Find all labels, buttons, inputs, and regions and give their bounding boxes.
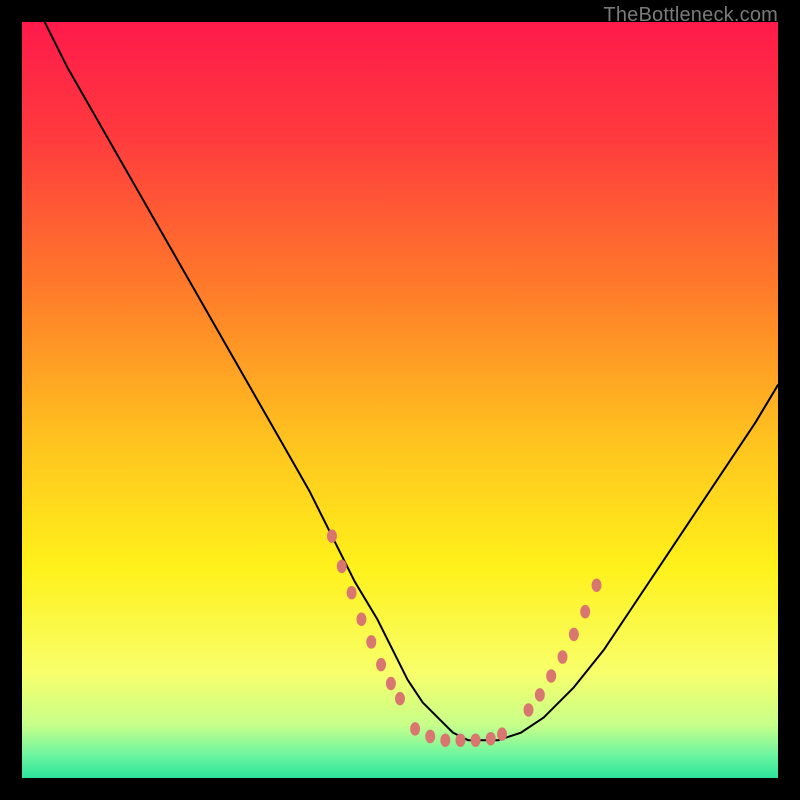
marker-bottom-dots bbox=[486, 732, 496, 746]
marker-left-dots bbox=[395, 692, 405, 706]
marker-left-dots bbox=[386, 677, 396, 691]
marker-bottom-dots bbox=[497, 727, 507, 741]
marker-bottom-dots bbox=[455, 733, 465, 747]
marker-right-dots bbox=[546, 669, 556, 683]
marker-left-dots bbox=[347, 586, 357, 600]
marker-right-dots bbox=[580, 605, 590, 619]
marker-bottom-dots bbox=[471, 733, 481, 747]
marker-bottom-dots bbox=[410, 722, 420, 736]
chart-frame bbox=[22, 22, 778, 778]
marker-bottom-dots bbox=[425, 730, 435, 744]
watermark-text: TheBottleneck.com bbox=[603, 4, 778, 27]
marker-right-dots bbox=[592, 578, 602, 592]
chart-plot bbox=[22, 22, 778, 778]
marker-right-dots bbox=[535, 688, 545, 702]
marker-right-dots bbox=[569, 628, 579, 642]
marker-left-dots bbox=[356, 612, 366, 626]
marker-right-dots bbox=[558, 650, 568, 664]
marker-bottom-dots bbox=[440, 733, 450, 747]
marker-left-dots bbox=[327, 529, 337, 543]
marker-left-dots bbox=[366, 635, 376, 649]
marker-left-dots bbox=[376, 658, 386, 672]
marker-right-dots bbox=[524, 703, 534, 717]
marker-left-dots bbox=[337, 560, 347, 574]
